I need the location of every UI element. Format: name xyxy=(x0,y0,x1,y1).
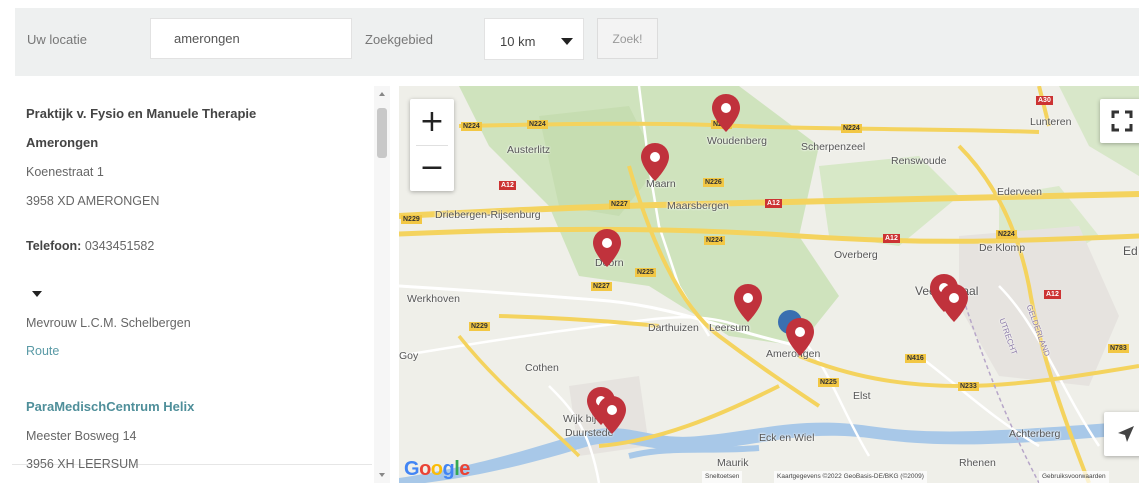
search-area-select[interactable]: 10 km xyxy=(484,18,584,60)
map-place-label: Scherpenzeel xyxy=(801,141,866,153)
map-place-label: Ederveen xyxy=(997,186,1042,198)
result-name-cont[interactable]: Amerongen xyxy=(26,135,98,150)
result-postal: 3958 XD AMERONGEN xyxy=(26,194,160,208)
search-bar: Uw locatie Zoekgebied 10 km Zoek! xyxy=(15,8,1139,76)
location-pin-icon[interactable] xyxy=(592,228,622,268)
my-location-button[interactable] xyxy=(1104,412,1139,456)
phone-number: 0343451582 xyxy=(84,239,155,253)
route-link[interactable]: Route xyxy=(26,344,59,358)
result-postal: 3956 XH LEERSUM xyxy=(26,457,139,471)
road-shield: N229 xyxy=(469,322,490,331)
map-place-label: Goy xyxy=(399,350,419,362)
result-name[interactable]: ParaMedischCentrum Helix xyxy=(26,399,194,414)
search-area-label: Zoekgebied xyxy=(365,32,433,47)
road-shield: A12 xyxy=(883,234,900,243)
map-place-label: Driebergen-Rijsenburg xyxy=(435,209,541,221)
road-shield: A12 xyxy=(1044,290,1061,299)
scroll-thumb[interactable] xyxy=(377,108,387,158)
road-shield: N224 xyxy=(527,120,548,129)
caret-down-icon xyxy=(561,38,573,45)
map-place-label: Austerlitz xyxy=(507,144,551,156)
road-shield: A30 xyxy=(1036,96,1053,105)
location-pin-icon[interactable] xyxy=(711,93,741,133)
map-place-label: Lunteren xyxy=(1030,116,1072,128)
road-shield: N224 xyxy=(841,124,862,133)
map-place-label: Maurik xyxy=(717,457,749,469)
fullscreen-icon xyxy=(1111,110,1133,132)
result-name[interactable]: Praktijk v. Fysio en Manuele Therapie xyxy=(26,106,256,121)
road-shield: N225 xyxy=(818,378,839,387)
road-shield: N224 xyxy=(461,122,482,131)
phone-label: Telefoon: xyxy=(26,239,82,253)
zoom-out-button[interactable]: − xyxy=(410,145,454,191)
result-street: Koenestraat 1 xyxy=(26,165,104,179)
map-data-attribution: Kaartgegevens ©2022 GeoBasis-DE/BKG (©20… xyxy=(774,471,927,483)
road-shield: N224 xyxy=(704,236,725,245)
search-area-value: 10 km xyxy=(500,34,536,49)
map-place-label: Woudenberg xyxy=(707,135,767,147)
map-place-label: Eck en Wiel xyxy=(759,432,815,444)
road-shield: N226 xyxy=(703,178,724,187)
map-view[interactable]: Austerlitz Woudenberg Scherpenzeel Rensw… xyxy=(399,86,1139,483)
map-place-label: Leersum xyxy=(709,322,750,334)
result-contact: Mevrouw L.C.M. Schelbergen xyxy=(26,316,191,330)
search-button[interactable]: Zoek! xyxy=(597,18,658,59)
location-input[interactable] xyxy=(150,18,352,59)
map-place-label: Ed xyxy=(1123,244,1138,258)
map-place-label: Cothen xyxy=(525,362,559,374)
road-shield: N224 xyxy=(996,230,1017,239)
map-place-label: Werkhoven xyxy=(407,293,460,305)
location-pin-icon[interactable] xyxy=(640,142,670,182)
zoom-control: + − xyxy=(410,99,454,191)
road-shield: N233 xyxy=(958,382,979,391)
road-shield: N416 xyxy=(905,354,926,363)
road-shield: A12 xyxy=(765,199,782,208)
expand-caret-icon[interactable] xyxy=(32,291,42,297)
result-phone: Telefoon: 0343451582 xyxy=(26,239,154,253)
fullscreen-button[interactable] xyxy=(1100,99,1139,143)
road-shield: N225 xyxy=(635,268,656,277)
road-shield: A12 xyxy=(499,181,516,190)
results-scrollbar[interactable] xyxy=(374,86,390,483)
road-shield: N783 xyxy=(1108,344,1129,353)
map-place-label: Elst xyxy=(853,390,871,402)
location-pin-icon[interactable] xyxy=(597,395,627,435)
keyboard-shortcuts-link[interactable]: Sneltoetsen xyxy=(702,471,743,483)
map-place-label: Rhenen xyxy=(959,457,996,469)
road-shield: N227 xyxy=(609,200,630,209)
location-pin-icon[interactable] xyxy=(785,317,815,357)
map-place-label: De Klomp xyxy=(979,242,1026,254)
location-pin-icon[interactable] xyxy=(733,283,763,323)
map-place-label: Achterberg xyxy=(1009,428,1061,440)
map-place-label: Renswoude xyxy=(891,155,947,167)
google-logo: Google xyxy=(404,458,470,480)
zoom-in-button[interactable]: + xyxy=(410,99,454,145)
results-list: Praktijk v. Fysio en Manuele Therapie Am… xyxy=(0,86,390,483)
location-label: Uw locatie xyxy=(27,32,87,47)
terms-link[interactable]: Gebruiksvoorwaarden xyxy=(1039,471,1109,483)
map-place-label: Maarsbergen xyxy=(667,200,729,212)
map-place-label: Darthuizen xyxy=(648,322,699,334)
road-shield: N229 xyxy=(401,215,422,224)
scroll-up-icon[interactable] xyxy=(379,92,385,96)
result-street: Meester Bosweg 14 xyxy=(26,429,137,443)
location-pin-icon[interactable] xyxy=(939,283,969,323)
navigation-arrow-icon xyxy=(1118,426,1134,442)
road-shield: N227 xyxy=(591,282,612,291)
scroll-down-icon[interactable] xyxy=(379,473,385,477)
map-place-label: Overberg xyxy=(834,249,878,261)
